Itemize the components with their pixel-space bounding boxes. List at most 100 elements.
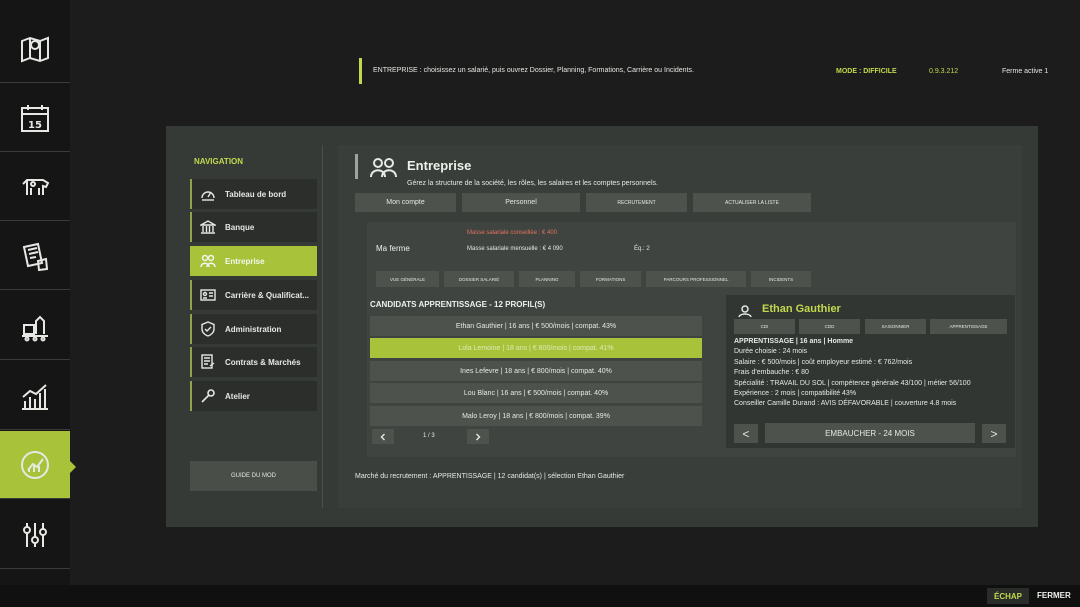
- mod-guide-button[interactable]: GUIDE DU MOD: [190, 461, 317, 491]
- contracts-button[interactable]: [0, 222, 70, 290]
- animals-button[interactable]: [0, 153, 70, 221]
- navigation-heading: NAVIGATION: [194, 157, 244, 166]
- nav-item-label: Contrats & Marchés: [225, 357, 301, 367]
- hire-button[interactable]: EMBAUCHER - 24 MOIS: [765, 423, 975, 443]
- gauge-icon: [201, 191, 215, 201]
- prev-candidate-button[interactable]: <: [734, 424, 758, 443]
- svg-text:15: 15: [28, 120, 42, 131]
- animals-icon: [22, 178, 50, 195]
- page-subtitle: Gérez la structure de la société, les rô…: [407, 180, 658, 187]
- candidate-summary: APPRENTISSAGE | 16 ans | Homme: [734, 338, 854, 345]
- candidate-hiring-fee: Frais d'embauche : € 80: [734, 369, 809, 377]
- nav-item-banque[interactable]: Banque: [190, 212, 317, 242]
- nav-item-entreprise[interactable]: Entreprise: [190, 246, 317, 276]
- subtab-incidents[interactable]: INCIDENTS: [751, 271, 811, 287]
- candidate-row-selected[interactable]: Lola Lemoine | 18 ans | € 800/mois | com…: [370, 338, 702, 358]
- monthly-payroll: Masse salariale mensuelle : € 4 090: [467, 246, 563, 252]
- nav-item-label: Administration: [225, 324, 282, 334]
- nav-item-atelier[interactable]: Atelier: [190, 381, 317, 411]
- page-title: Entreprise: [407, 158, 472, 173]
- version-label: 0.9.3.212: [929, 68, 959, 75]
- nav-item-carriere[interactable]: Carrière & Qualificat...: [190, 280, 317, 310]
- production-button[interactable]: [0, 292, 70, 360]
- topbar-hint: ENTREPRISE : choisissez un salarié, puis…: [373, 67, 694, 74]
- people-icon: [200, 254, 216, 268]
- nav-item-contrats[interactable]: Contrats & Marchés: [190, 347, 317, 377]
- market-status: Marché du recrutement : APPRENTISSAGE | …: [355, 473, 625, 480]
- contract-saisonnier-button[interactable]: SAISONNIER: [865, 319, 926, 334]
- contract-cdi-button[interactable]: CDI: [734, 319, 795, 334]
- farm-name: Ma ferme: [376, 244, 410, 253]
- settings-button[interactable]: [0, 501, 70, 569]
- nav-item-label: Atelier: [225, 391, 250, 401]
- candidate-row[interactable]: Ethan Gauthier | 16 ans | € 500/mois | c…: [370, 316, 702, 336]
- mod-button[interactable]: [0, 431, 70, 499]
- bank-icon: [200, 220, 216, 234]
- subtab-vue-generale[interactable]: VUE GÉNÉRALE: [376, 271, 439, 287]
- title-accent: [355, 154, 358, 179]
- prices-button[interactable]: [0, 362, 70, 430]
- nav-item-administration[interactable]: Administration: [190, 314, 317, 344]
- navigation-panel: NAVIGATION Tableau de bord Banque Entrep…: [180, 145, 323, 508]
- game-sidebar: 15: [0, 0, 76, 585]
- candidate-row[interactable]: Ines Lefevre | 18 ans | € 800/mois | com…: [370, 361, 702, 381]
- next-candidate-button[interactable]: >: [982, 424, 1006, 443]
- active-indicator: [70, 461, 76, 473]
- candidate-row[interactable]: Malo Leroy | 18 ans | € 800/mois | compa…: [370, 406, 702, 426]
- subtab-parcours[interactable]: PARCOURS PROFESSIONNEL: [646, 271, 746, 287]
- difficulty-label: MODE : DIFFICILE: [836, 68, 897, 75]
- wrench-icon: [201, 389, 215, 403]
- candidate-row[interactable]: Lou Blanc | 16 ans | € 500/mois | compat…: [370, 383, 702, 403]
- page-prev-button[interactable]: [372, 429, 394, 444]
- farm-label: Ferme active 1: [1002, 68, 1049, 75]
- shield-icon: [201, 321, 215, 337]
- chevron-right-icon: [476, 433, 481, 440]
- escape-key-hint[interactable]: ÉCHAP: [987, 588, 1029, 604]
- id-card-icon: [200, 289, 216, 301]
- chevron-left-icon: [380, 433, 385, 440]
- candidate-info: APPRENTISSAGE | 16 ans | Homme Durée cho…: [734, 337, 971, 410]
- refresh-list-button[interactable]: ACTUALISER LA LISTE: [693, 193, 811, 212]
- person-icon: [738, 305, 752, 318]
- map-icon: [21, 36, 49, 62]
- contracts-icon: [22, 242, 49, 271]
- mod-icon: [21, 450, 49, 479]
- tab-recrutement[interactable]: RECRUTEMENT: [586, 193, 687, 212]
- topbar-accent: [359, 58, 362, 84]
- calendar-button[interactable]: 15: [0, 84, 70, 152]
- nav-item-label: Entreprise: [225, 256, 265, 266]
- contract-cdd-button[interactable]: CDD: [799, 319, 860, 334]
- page-next-button[interactable]: [467, 429, 489, 444]
- tab-personnel[interactable]: Personnel: [462, 193, 580, 212]
- candidate-duration: Durée choisie : 24 mois: [734, 348, 808, 356]
- content-panel: Entreprise Gérez la structure de la soci…: [338, 145, 1022, 508]
- subtab-formations[interactable]: FORMATIONS: [580, 271, 641, 287]
- tab-mon-compte[interactable]: Mon compte: [355, 193, 456, 212]
- candidates-heading: CANDIDATS APPRENTISSAGE - 12 PROFIL(S): [370, 300, 546, 309]
- candidate-salary: Salaire : € 500/mois | coût employeur es…: [734, 358, 913, 366]
- nav-item-label: Carrière & Qualificat...: [225, 290, 310, 300]
- payroll-advice: Masse salariale conseillée : € 400: [467, 230, 558, 236]
- production-icon: [22, 315, 48, 341]
- nav-item-label: Banque: [225, 222, 255, 232]
- nav-item-label: Tableau de bord: [225, 189, 287, 199]
- subtab-dossier-salarie[interactable]: DOSSIER SALARIÉ: [444, 271, 514, 287]
- candidate-name: Ethan Gauthier: [762, 303, 841, 315]
- map-button[interactable]: [0, 15, 70, 83]
- prices-icon: [22, 383, 48, 410]
- candidate-experience: Expérience : 2 mois | compatibilité 43%: [734, 390, 857, 398]
- close-button[interactable]: FERMER: [1037, 591, 1071, 600]
- team-count: Éq.: 2: [634, 246, 650, 252]
- candidate-detail: Ethan Gauthier CDI CDD SAISONNIER APPREN…: [726, 295, 1015, 448]
- document-icon: [201, 354, 215, 369]
- subtab-planning[interactable]: PLANNING: [519, 271, 575, 287]
- contract-apprentissage-button[interactable]: APPRENTISSAGE: [930, 319, 1007, 334]
- people-icon: [370, 158, 397, 178]
- calendar-icon: 15: [21, 104, 49, 132]
- page-indicator: 1 / 3: [423, 433, 435, 439]
- settings-icon: [23, 522, 47, 547]
- candidate-specialty: Spécialité : TRAVAIL DU SOL | compétence…: [734, 379, 971, 387]
- nav-item-tableau-de-bord[interactable]: Tableau de bord: [190, 179, 317, 209]
- bottom-bar: [0, 585, 1080, 607]
- candidate-advisor: Conseiller Camille Durand : AVIS DÉFAVOR…: [734, 400, 957, 408]
